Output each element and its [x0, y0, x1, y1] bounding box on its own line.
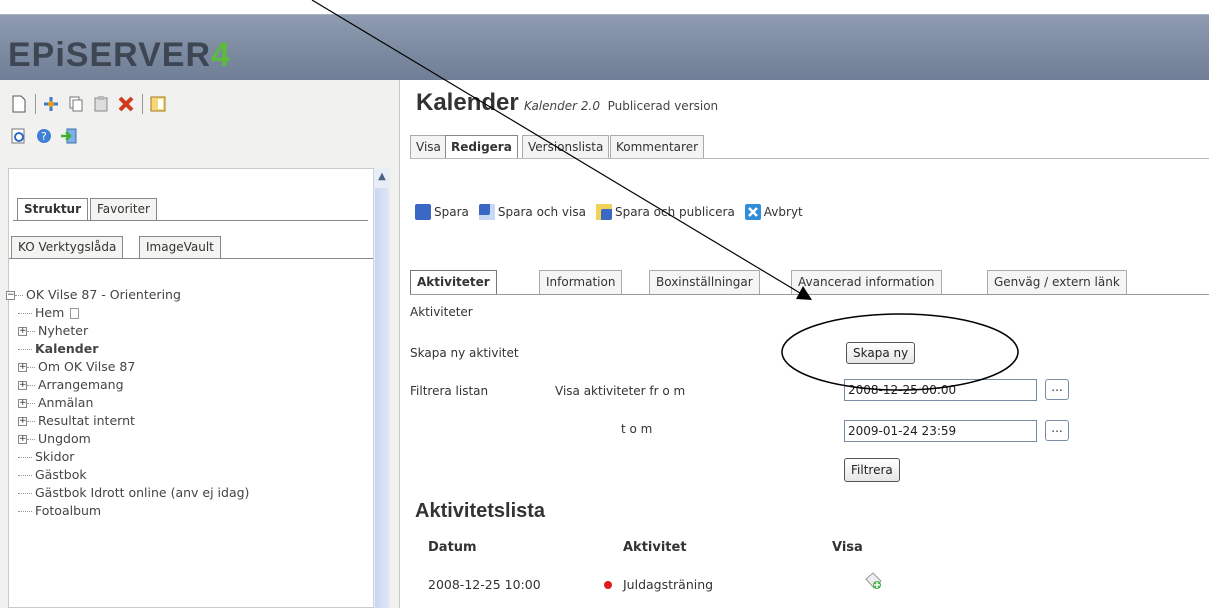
copy-page-icon[interactable] [67, 95, 85, 113]
col-visa: Visa [832, 540, 863, 555]
page-subtitle: Kalender 2.0 Publicerad version [524, 99, 719, 113]
edit-toolbar: Spara Spara och visa Spara och publicera… [415, 204, 813, 220]
save-button[interactable]: Spara [415, 204, 469, 220]
save-and-publish-button[interactable]: Spara och publicera [595, 204, 735, 220]
tree-item[interactable]: Kalender [6, 340, 249, 358]
create-new-button[interactable]: Skapa ny [846, 342, 916, 364]
tree-item[interactable]: Hem [6, 304, 249, 322]
tree-item[interactable]: + Anmälan [6, 394, 249, 412]
tree-item[interactable]: Fotoalbum [6, 502, 249, 520]
episerver-logo: EPiSERVER4 [8, 36, 231, 74]
logout-icon[interactable] [60, 127, 78, 145]
expand-icon[interactable]: + [18, 381, 27, 390]
save-publish-icon [595, 204, 612, 220]
tab-struktur[interactable]: Struktur [17, 198, 89, 220]
tab-imagevault[interactable]: ImageVault [139, 236, 221, 258]
tree-item[interactable]: + Nyheter [6, 322, 249, 340]
tree-item[interactable]: + Resultat internt [6, 412, 249, 430]
from-date-input[interactable] [844, 379, 1037, 401]
col-aktivitet: Aktivitet [623, 540, 687, 555]
save-view-icon [478, 204, 495, 220]
expand-icon[interactable]: + [18, 435, 27, 444]
to-label: t o m [621, 422, 653, 436]
col-datum: Datum [428, 540, 477, 555]
page-icon [70, 308, 80, 319]
collapse-icon[interactable]: − [6, 291, 15, 300]
tree-item[interactable]: Gästbok [6, 466, 249, 484]
tree-item-label[interactable]: Ungdom [38, 431, 91, 446]
page-tree: − OK Vilse 87 - Orientering Hem + Nyheter Ka… [6, 286, 249, 520]
tree-item-label[interactable]: Om OK Vilse 87 [38, 359, 135, 374]
tree-item-label[interactable]: Gästbok Idrott online (anv ej idag) [35, 485, 249, 500]
tree-item[interactable]: + Om OK Vilse 87 [6, 358, 249, 376]
tab-ko-verktygslada[interactable]: KO Verktygslåda [11, 236, 124, 258]
create-activity-label: Skapa ny aktivitet [410, 346, 519, 360]
tree-item[interactable]: + Arrangemang [6, 376, 249, 394]
tree-item-label[interactable]: Fotoalbum [35, 503, 101, 518]
tab-redigera[interactable]: Redigera [445, 135, 518, 159]
app-header: EPiSERVER4 [0, 14, 1209, 80]
filter-button[interactable]: Filtrera [844, 458, 900, 482]
tree-item-label[interactable]: Kalender [35, 341, 98, 356]
tab-information[interactable]: Information [539, 270, 623, 295]
tree-item[interactable]: + Ungdom [6, 430, 249, 448]
tree-scrollbar[interactable]: ▲ [373, 168, 390, 608]
preview-icon[interactable] [10, 127, 28, 145]
cancel-icon [744, 204, 761, 220]
tab-favoriter[interactable]: Favoriter [90, 198, 157, 220]
tab-boxinstallningar[interactable]: Boxinställningar [649, 270, 760, 295]
tree-item-label[interactable]: Skidor [35, 449, 74, 464]
section-label: Aktiviteter [410, 305, 473, 319]
new-page-icon[interactable] [10, 95, 28, 113]
row-date: 2008-12-25 10:00 [428, 577, 541, 592]
view-activity-icon[interactable] [863, 571, 883, 591]
expand-icon[interactable]: + [18, 417, 27, 426]
filter-list-label: Filtrera listan [410, 384, 489, 398]
paste-page-icon[interactable] [92, 95, 110, 113]
tree-item-label[interactable]: Gästbok [35, 467, 87, 482]
save-icon [415, 204, 431, 220]
tree-item-label[interactable]: Nyheter [38, 323, 88, 338]
status-dot-icon [604, 581, 612, 589]
move-page-icon[interactable] [42, 95, 60, 113]
tab-aktiviteter[interactable]: Aktiviteter [410, 270, 497, 295]
tree-item-label[interactable]: Arrangemang [38, 377, 124, 392]
tree-item-label[interactable]: Hem [35, 305, 64, 320]
cancel-button[interactable]: Avbryt [744, 204, 803, 220]
tab-avancerad-information[interactable]: Avancerad information [791, 270, 942, 295]
help-icon[interactable]: ? [35, 127, 53, 145]
svg-text:?: ? [41, 130, 47, 143]
tree-item[interactable]: Skidor [6, 448, 249, 466]
activity-list-title: Aktivitetslista [415, 500, 546, 522]
tree-root[interactable]: − OK Vilse 87 - Orientering [6, 286, 249, 304]
edit-panel: Kalender Kalender 2.0 Publicerad version… [400, 80, 1209, 608]
tab-visa[interactable]: Visa [410, 135, 447, 159]
tree-item-label[interactable]: Resultat internt [38, 413, 135, 428]
delete-page-icon[interactable] [117, 95, 135, 113]
row-activity[interactable]: Juldagsträning [623, 577, 713, 592]
tree-item-label[interactable]: Anmälan [38, 395, 93, 410]
expand-icon[interactable]: + [18, 363, 27, 372]
from-label: Visa aktiviteter fr o m [555, 384, 686, 398]
secondary-toolbar: ? [10, 127, 85, 145]
save-and-view-button[interactable]: Spara och visa [478, 204, 586, 220]
view-panel-icon[interactable] [149, 95, 167, 113]
tab-genvag-extern-lank[interactable]: Genväg / extern länk [987, 270, 1127, 295]
scroll-up-icon[interactable]: ▲ [376, 170, 388, 184]
to-date-input[interactable] [844, 420, 1037, 442]
page-title: Kalender [416, 89, 519, 116]
to-date-picker-button[interactable]: ... [1045, 420, 1069, 441]
structure-panel: ? Struktur Favoriter KO Verktygslåda Ima… [0, 80, 400, 608]
tab-kommentarer[interactable]: Kommentarer [610, 135, 705, 159]
from-date-picker-button[interactable]: ... [1045, 379, 1069, 400]
tree-item[interactable]: Gästbok Idrott online (anv ej idag) [6, 484, 249, 502]
page-toolbar [10, 94, 174, 114]
expand-icon[interactable]: + [18, 399, 27, 408]
expand-icon[interactable]: + [18, 327, 27, 336]
tab-versionslista[interactable]: Versionslista [522, 135, 610, 159]
